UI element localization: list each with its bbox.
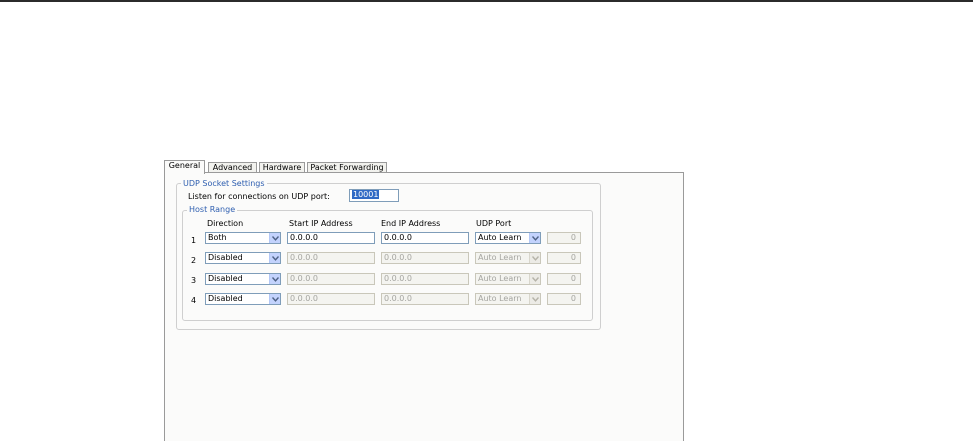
- udp-port-mode-select[interactable]: Auto Learn: [475, 232, 541, 244]
- header-end-ip: End IP Address: [381, 219, 441, 228]
- header-start-ip: Start IP Address: [289, 219, 353, 228]
- udp-port-mode-select[interactable]: Auto Learn: [475, 273, 541, 285]
- chevron-down-icon[interactable]: [529, 294, 540, 304]
- direction-select[interactable]: Disabled: [205, 273, 281, 285]
- chevron-down-icon[interactable]: [269, 274, 280, 284]
- chevron-down-icon[interactable]: [269, 233, 280, 243]
- start-ip-input[interactable]: 0.0.0.0: [287, 252, 375, 264]
- udp-port-mode-value: Auto Learn: [478, 233, 522, 242]
- direction-value: Both: [208, 233, 227, 242]
- end-ip-input[interactable]: 0.0.0.0: [381, 252, 469, 264]
- chevron-down-icon[interactable]: [529, 233, 540, 243]
- listen-port-label: Listen for connections on UDP port:: [188, 192, 330, 201]
- chevron-down-icon[interactable]: [529, 274, 540, 284]
- udp-port-mode-value: Auto Learn: [478, 274, 522, 283]
- tab-general[interactable]: General: [164, 160, 205, 174]
- chevron-down-icon[interactable]: [269, 294, 280, 304]
- top-divider: [0, 0, 973, 2]
- chevron-down-icon[interactable]: [269, 253, 280, 263]
- udp-port-mode-select[interactable]: Auto Learn: [475, 293, 541, 305]
- row-number: 2: [191, 256, 197, 265]
- direction-select[interactable]: Disabled: [205, 252, 281, 264]
- chevron-down-icon[interactable]: [529, 253, 540, 263]
- row-number: 4: [191, 296, 197, 305]
- listen-port-input[interactable]: 10001: [349, 189, 399, 202]
- row-number: 3: [191, 276, 197, 285]
- start-ip-input[interactable]: 0.0.0.0: [287, 293, 375, 305]
- udp-port-value-input[interactable]: 0: [547, 293, 581, 305]
- udp-port-mode-select[interactable]: Auto Learn: [475, 252, 541, 264]
- direction-select[interactable]: Both: [205, 232, 281, 244]
- udp-port-value-input[interactable]: 0: [547, 252, 581, 264]
- direction-value: Disabled: [208, 253, 243, 262]
- end-ip-input[interactable]: 0.0.0.0: [381, 293, 469, 305]
- direction-value: Disabled: [208, 274, 243, 283]
- direction-select[interactable]: Disabled: [205, 293, 281, 305]
- start-ip-input[interactable]: 0.0.0.0: [287, 232, 375, 244]
- udp-port-value-input[interactable]: 0: [547, 232, 581, 244]
- end-ip-input[interactable]: 0.0.0.0: [381, 273, 469, 285]
- udp-port-mode-value: Auto Learn: [478, 253, 522, 262]
- end-ip-input[interactable]: 0.0.0.0: [381, 232, 469, 244]
- udp-port-mode-value: Auto Learn: [478, 294, 522, 303]
- direction-value: Disabled: [208, 294, 243, 303]
- udp-port-value-input[interactable]: 0: [547, 273, 581, 285]
- row-number: 1: [191, 236, 197, 245]
- udp-socket-settings-title: UDP Socket Settings: [181, 179, 267, 188]
- header-direction: Direction: [207, 219, 244, 228]
- host-range-title: Host Range: [187, 205, 238, 214]
- header-udp-port: UDP Port: [476, 219, 512, 228]
- start-ip-input[interactable]: 0.0.0.0: [287, 273, 375, 285]
